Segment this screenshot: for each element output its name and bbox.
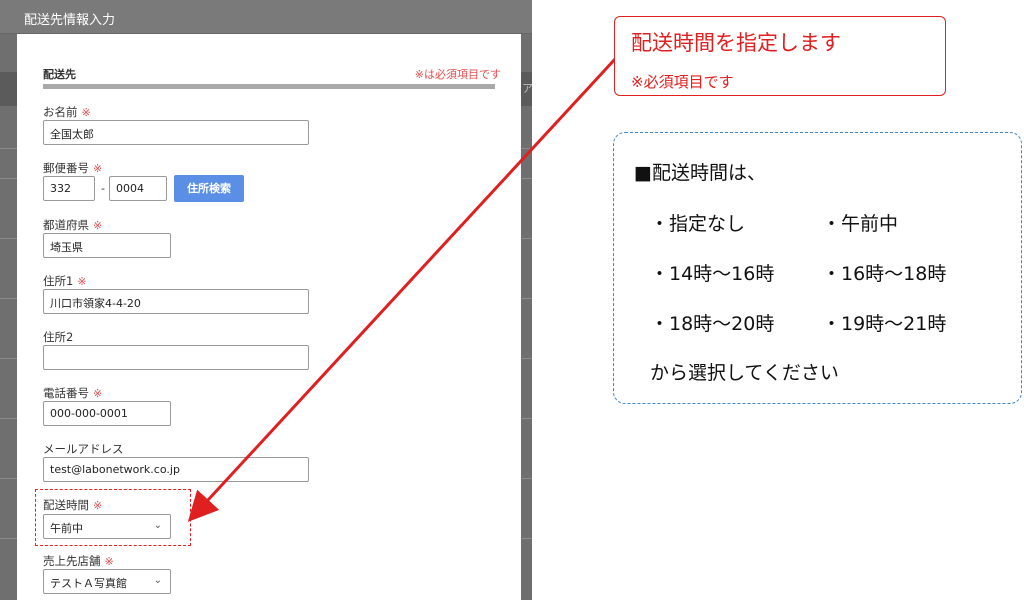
required-mark: ※ [81, 106, 91, 119]
name-input[interactable]: 全国太郎 [43, 120, 309, 145]
prefecture-input[interactable]: 埼玉県 [43, 233, 171, 258]
info-option: ・指定なし [650, 213, 746, 235]
modal-title: 配送先情報入力 [24, 13, 116, 28]
callout-sub-text: ※必須項目です [631, 73, 734, 91]
address2-label: 住所2 [43, 330, 74, 344]
section-title: 配送先 [43, 68, 76, 81]
store-label: 売上先店舗 ※ [43, 553, 114, 569]
info-footer: から選択してください [650, 362, 839, 384]
postal-code-second-input[interactable]: 0004 [109, 176, 167, 201]
delivery-time-info-box: ■配送時間は、 ・指定なし ・午前中 ・14時～16時 ・16時～18時 ・18… [613, 132, 1022, 404]
email-label: メールアドレス [43, 442, 124, 456]
store-selected: テストＡ写真館 [50, 577, 127, 590]
info-option: ・16時～18時 [822, 263, 947, 285]
callout-main-text: 配送時間を指定します [631, 31, 841, 55]
prefecture-label-text: 都道府県 [43, 218, 89, 232]
email-input[interactable]: test@labonetwork.co.jp [43, 457, 309, 482]
info-heading: ■配送時間は、 [634, 162, 766, 184]
address-search-button[interactable]: 住所検索 [174, 175, 244, 202]
phone-label: 電話番号 ※ [43, 385, 102, 401]
info-option: ・14時～16時 [650, 263, 775, 285]
postal-code-first-input[interactable]: 332 [43, 176, 95, 201]
background-text: ア [522, 82, 533, 95]
required-mark: ※ [93, 219, 103, 232]
info-option: ・19時～21時 [822, 313, 947, 335]
store-select[interactable]: テストＡ写真館 ⌄ [43, 569, 171, 594]
phone-input[interactable]: 000-000-0001 [43, 401, 171, 426]
delivery-time-callout: 配送時間を指定します ※必須項目です [614, 16, 946, 96]
name-label-text: お名前 [43, 105, 78, 119]
address1-input[interactable]: 川口市領家4-4-20 [43, 289, 309, 314]
address2-input[interactable] [43, 345, 309, 370]
required-mark: ※ [93, 387, 103, 400]
address1-label-text: 住所1 [43, 274, 74, 288]
section-divider [43, 84, 495, 89]
phone-label-text: 電話番号 [43, 386, 89, 400]
store-label-text: 売上先店舗 [43, 554, 101, 568]
modal-header: 配送先情報入力 [0, 0, 532, 34]
required-mark: ※ [93, 162, 103, 175]
prefecture-label: 都道府県 ※ [43, 217, 102, 233]
postal-label: 郵便番号 ※ [43, 160, 102, 176]
required-mark: ※ [104, 555, 114, 568]
postal-separator: - [101, 182, 105, 195]
required-note: ※は必須項目です [414, 68, 501, 81]
info-option: ・午前中 [822, 213, 899, 235]
chevron-down-icon: ⌄ [153, 575, 162, 586]
required-mark: ※ [77, 275, 87, 288]
name-label: お名前 ※ [43, 104, 91, 120]
postal-label-text: 郵便番号 [43, 161, 89, 175]
info-option: ・18時～20時 [650, 313, 775, 335]
delivery-time-highlight [35, 489, 191, 546]
address1-label: 住所1 ※ [43, 273, 87, 289]
